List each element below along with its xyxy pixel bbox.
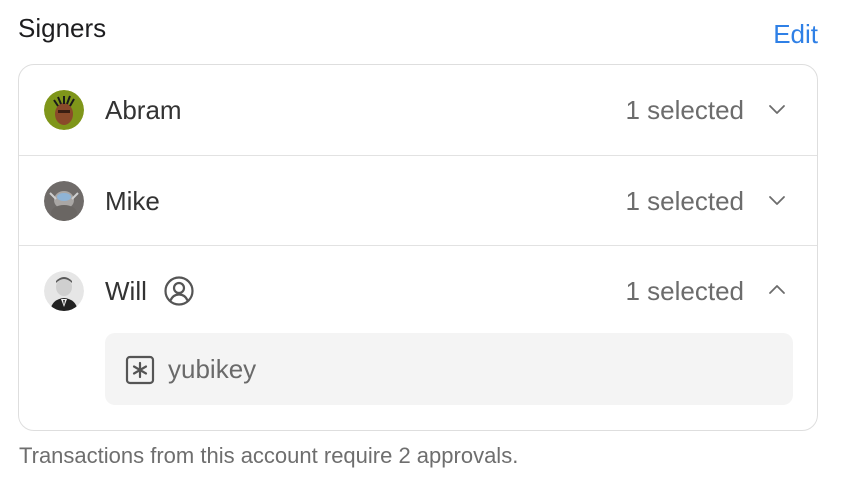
avatar xyxy=(44,90,84,130)
signers-header: Signers Edit xyxy=(18,12,818,52)
selection-count: 1 selected xyxy=(625,276,744,306)
signer-name: Will xyxy=(105,276,147,306)
section-title: Signers xyxy=(18,13,107,43)
selection-count: 1 selected xyxy=(625,95,744,125)
asterisk-key-icon xyxy=(125,355,155,385)
signer-row-abram[interactable]: Abram 1 selected xyxy=(19,65,817,155)
avatar xyxy=(44,271,84,311)
signer-row-mike[interactable]: Mike 1 selected xyxy=(19,155,817,245)
edit-button[interactable]: Edit xyxy=(773,18,818,50)
chevron-down-icon[interactable] xyxy=(767,101,787,117)
person-circle-icon xyxy=(164,276,194,306)
chevron-down-icon[interactable] xyxy=(767,192,787,208)
signer-name: Mike xyxy=(105,186,160,216)
avatar xyxy=(44,181,84,221)
approval-footnote: Transactions from this account require 2… xyxy=(19,443,519,468)
key-label: yubikey xyxy=(168,354,257,384)
selection-count: 1 selected xyxy=(625,186,744,216)
signer-row-will[interactable]: Will 1 selected xyxy=(19,245,817,335)
signer-name: Abram xyxy=(105,95,182,125)
chevron-up-icon[interactable] xyxy=(767,282,787,298)
signers-list: Abram 1 selected Mike 1 selected Will 1 … xyxy=(18,64,818,431)
key-item-yubikey[interactable]: yubikey xyxy=(105,333,793,405)
